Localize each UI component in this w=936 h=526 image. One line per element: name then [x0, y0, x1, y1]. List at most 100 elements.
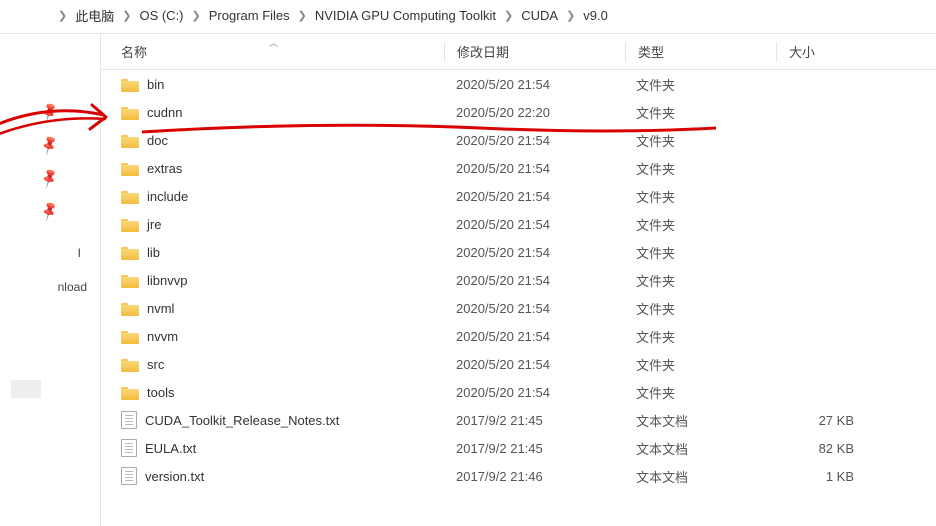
folder-icon — [121, 133, 139, 148]
folder-icon — [121, 105, 139, 120]
chevron-right-icon: ❯ — [504, 9, 513, 22]
file-size: 1 KB — [774, 469, 874, 484]
file-type: 文件夹 — [624, 103, 774, 122]
chevron-right-icon: ❯ — [58, 9, 67, 22]
column-header-type[interactable]: 类型 — [626, 42, 776, 61]
file-type: 文件夹 — [624, 271, 774, 290]
file-type: 文本文档 — [624, 411, 774, 430]
file-name: cudnn — [147, 105, 182, 120]
file-date: 2017/9/2 21:45 — [444, 413, 624, 428]
file-row[interactable]: lib 2020/5/20 21:54文件夹 — [101, 238, 936, 266]
file-type: 文件夹 — [624, 187, 774, 206]
file-name: libnvvp — [147, 273, 187, 288]
file-rows: bin2020/5/20 21:54文件夹cudnn2020/5/20 22:2… — [101, 70, 936, 490]
file-row[interactable]: version.txt 2017/9/2 21:46文本文档1 KB — [101, 462, 936, 490]
file-type: 文件夹 — [624, 327, 774, 346]
pin-icon: 📌 — [38, 167, 62, 190]
file-date: 2020/5/20 21:54 — [444, 245, 624, 260]
column-headers: ︿ 名称 修改日期 类型 大小 — [101, 34, 936, 70]
sidebar-placeholder — [11, 380, 41, 398]
pin-icon: 📌 — [38, 200, 62, 223]
file-size: 82 KB — [774, 441, 874, 456]
file-name: extras — [147, 161, 182, 176]
file-type: 文件夹 — [624, 355, 774, 374]
file-icon — [121, 439, 137, 457]
file-date: 2020/5/20 21:54 — [444, 273, 624, 288]
file-name: jre — [147, 217, 161, 232]
file-date: 2020/5/20 21:54 — [444, 161, 624, 176]
breadcrumb-item[interactable]: Program Files — [209, 8, 290, 23]
breadcrumb-item[interactable]: v9.0 — [583, 8, 608, 23]
file-row[interactable]: CUDA_Toolkit_Release_Notes.txt 2017/9/2 2… — [101, 406, 936, 434]
file-name: lib — [147, 245, 160, 260]
chevron-right-icon: ❯ — [566, 9, 575, 22]
file-row[interactable]: nvml2020/5/20 21:54文件夹 — [101, 294, 936, 322]
folder-icon — [121, 273, 139, 288]
file-date: 2020/5/20 21:54 — [444, 357, 624, 372]
file-date: 2020/5/20 21:54 — [444, 133, 624, 148]
file-row[interactable]: EULA.txt 2017/9/2 21:45文本文档82 KB — [101, 434, 936, 462]
file-row[interactable]: libnvvp 2020/5/20 21:54文件夹 — [101, 266, 936, 294]
pin-icon: 📌 — [38, 101, 62, 124]
file-name: CUDA_Toolkit_Release_Notes.txt — [145, 413, 339, 428]
file-date: 2017/9/2 21:45 — [444, 441, 624, 456]
file-type: 文本文档 — [624, 467, 774, 486]
file-name: version.txt — [145, 469, 204, 484]
file-list-area: ︿ 名称 修改日期 类型 大小 bin2020/5/20 21:54文件夹cud… — [100, 34, 936, 526]
file-row[interactable]: doc 2020/5/20 21:54文件夹 — [101, 126, 936, 154]
file-date: 2020/5/20 21:54 — [444, 217, 624, 232]
file-type: 文件夹 — [624, 75, 774, 94]
file-icon — [121, 467, 137, 485]
file-type: 文本文档 — [624, 439, 774, 458]
sidebar-label: I — [5, 246, 95, 260]
file-date: 2020/5/20 21:54 — [444, 77, 624, 92]
file-row[interactable]: bin 2020/5/20 21:54文件夹 — [101, 70, 936, 98]
file-type: 文件夹 — [624, 215, 774, 234]
file-type: 文件夹 — [624, 159, 774, 178]
breadcrumb-item[interactable]: OS (C:) — [139, 8, 183, 23]
file-date: 2020/5/20 21:54 — [444, 329, 624, 344]
file-date: 2020/5/20 21:54 — [444, 189, 624, 204]
folder-icon — [121, 245, 139, 260]
breadcrumb-item[interactable]: 此电脑 — [75, 6, 114, 25]
folder-icon — [121, 385, 139, 400]
file-date: 2017/9/2 21:46 — [444, 469, 624, 484]
file-row[interactable]: cudnn 2020/5/20 22:20文件夹 — [101, 98, 936, 126]
file-type: 文件夹 — [624, 131, 774, 150]
file-row[interactable]: jre 2020/5/20 21:54文件夹 — [101, 210, 936, 238]
file-type: 文件夹 — [624, 383, 774, 402]
file-name: doc — [147, 133, 168, 148]
folder-icon — [121, 301, 139, 316]
file-name: tools — [147, 385, 174, 400]
chevron-right-icon: ❯ — [192, 9, 201, 22]
file-name: EULA.txt — [145, 441, 196, 456]
quick-access-panel: 📌 📌 📌 📌 I nload — [0, 34, 100, 526]
file-size: 27 KB — [774, 413, 874, 428]
file-row[interactable]: src 2020/5/20 21:54文件夹 — [101, 350, 936, 378]
chevron-right-icon: ❯ — [298, 9, 307, 22]
folder-icon — [121, 217, 139, 232]
file-row[interactable]: tools 2020/5/20 21:54文件夹 — [101, 378, 936, 406]
file-type: 文件夹 — [624, 299, 774, 318]
file-row[interactable]: include2020/5/20 21:54文件夹 — [101, 182, 936, 210]
file-row[interactable]: nvvm2020/5/20 21:54文件夹 — [101, 322, 936, 350]
breadcrumb-item[interactable]: NVIDIA GPU Computing Toolkit — [315, 8, 496, 23]
folder-icon — [121, 189, 139, 204]
file-date: 2020/5/20 22:20 — [444, 105, 624, 120]
breadcrumb[interactable]: ❯ 此电脑 ❯ OS (C:) ❯ Program Files ❯ NVIDIA… — [0, 0, 936, 33]
folder-icon — [121, 357, 139, 372]
pin-icon: 📌 — [38, 134, 62, 157]
sidebar-label: nload — [5, 280, 95, 294]
column-header-size[interactable]: 大小 — [777, 42, 877, 61]
chevron-right-icon: ❯ — [122, 9, 131, 22]
folder-icon — [121, 161, 139, 176]
file-name: src — [147, 357, 164, 372]
folder-icon — [121, 77, 139, 92]
file-name: bin — [147, 77, 164, 92]
breadcrumb-item[interactable]: CUDA — [521, 8, 558, 23]
file-type: 文件夹 — [624, 243, 774, 262]
column-header-date[interactable]: 修改日期 — [445, 42, 625, 61]
file-date: 2020/5/20 21:54 — [444, 385, 624, 400]
file-row[interactable]: extras 2020/5/20 21:54文件夹 — [101, 154, 936, 182]
folder-icon — [121, 329, 139, 344]
